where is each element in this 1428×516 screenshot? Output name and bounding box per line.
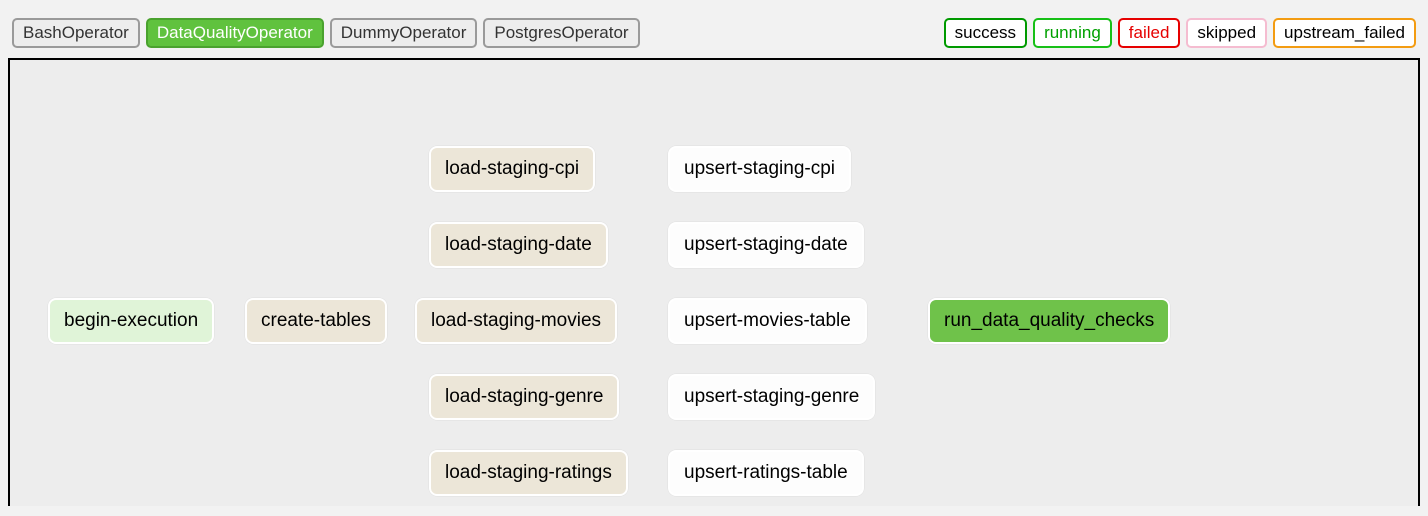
task-node-upsert-ratings-table[interactable]: upsert-ratings-table [668, 450, 864, 496]
task-node-load-staging-date[interactable]: load-staging-date [429, 222, 608, 268]
task-node-run-data-quality-checks[interactable]: run_data_quality_checks [928, 298, 1170, 344]
task-node-upsert-staging-date[interactable]: upsert-staging-date [668, 222, 864, 268]
task-node-begin-execution[interactable]: begin-execution [48, 298, 214, 344]
task-node-load-staging-cpi[interactable]: load-staging-cpi [429, 146, 595, 192]
state-legend: success running failed skipped upstream_… [944, 18, 1416, 48]
state-pill-success[interactable]: success [944, 18, 1027, 48]
operator-pill-bash[interactable]: BashOperator [12, 18, 140, 48]
operator-legend: BashOperator DataQualityOperator DummyOp… [12, 18, 640, 48]
state-pill-upstream-failed[interactable]: upstream_failed [1273, 18, 1416, 48]
operator-pill-postgres[interactable]: PostgresOperator [483, 18, 639, 48]
state-pill-failed[interactable]: failed [1118, 18, 1181, 48]
operator-pill-dataquality[interactable]: DataQualityOperator [146, 18, 324, 48]
task-node-create-tables[interactable]: create-tables [245, 298, 387, 344]
state-pill-running[interactable]: running [1033, 18, 1112, 48]
dag-edges [10, 60, 310, 210]
task-node-upsert-movies-table[interactable]: upsert-movies-table [668, 298, 867, 344]
task-node-load-staging-ratings[interactable]: load-staging-ratings [429, 450, 628, 496]
task-node-upsert-staging-genre[interactable]: upsert-staging-genre [668, 374, 875, 420]
task-node-load-staging-genre[interactable]: load-staging-genre [429, 374, 619, 420]
task-node-upsert-staging-cpi[interactable]: upsert-staging-cpi [668, 146, 851, 192]
dag-canvas-frame: begin-execution create-tables load-stagi… [8, 58, 1420, 506]
task-node-load-staging-movies[interactable]: load-staging-movies [415, 298, 617, 344]
state-pill-skipped[interactable]: skipped [1186, 18, 1267, 48]
operator-pill-dummy[interactable]: DummyOperator [330, 18, 478, 48]
dag-canvas[interactable]: begin-execution create-tables load-stagi… [10, 60, 1418, 506]
legend-bar: BashOperator DataQualityOperator DummyOp… [0, 0, 1428, 58]
